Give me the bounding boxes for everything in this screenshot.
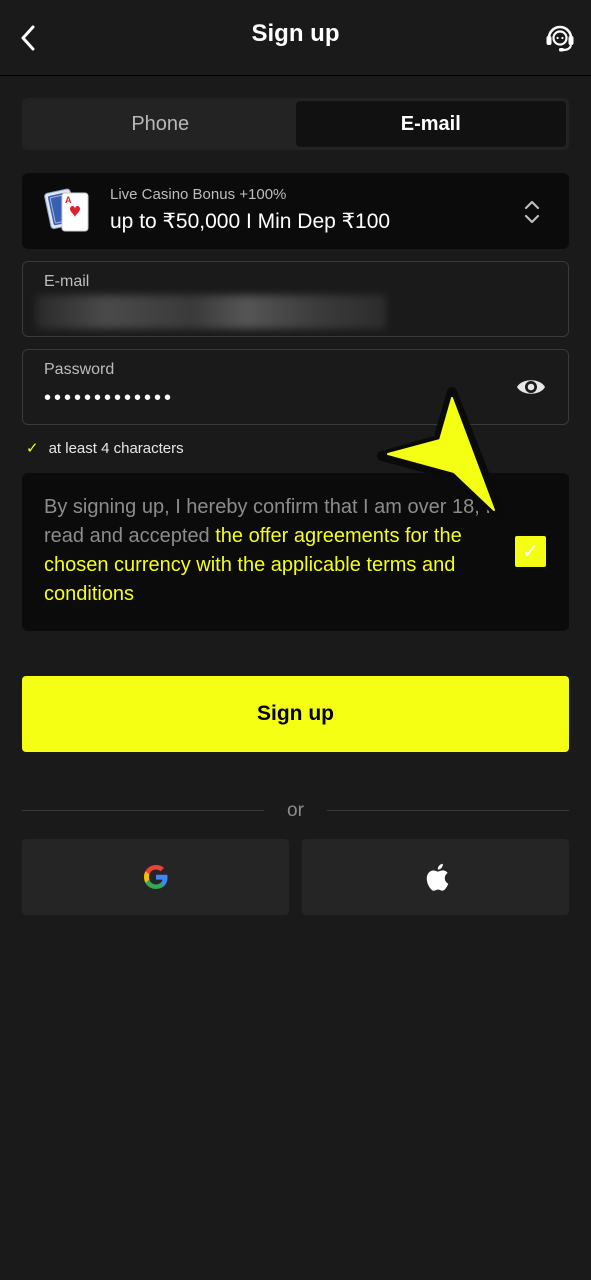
signup-page: Sign up Phone E-mail A Live Casino Bonus… xyxy=(0,0,591,1280)
apple-icon xyxy=(426,863,448,891)
check-icon: ✓ xyxy=(26,440,39,457)
eye-icon[interactable] xyxy=(515,374,547,400)
divider-text: or xyxy=(287,800,304,821)
bonus-selector[interactable]: A Live Casino Bonus +100% up to ₹50,000 … xyxy=(22,173,569,249)
bonus-subtitle: Live Casino Bonus +100% xyxy=(110,186,287,203)
chevron-up-down-icon xyxy=(524,200,540,224)
email-value-blurred xyxy=(36,295,386,329)
tab-email[interactable]: E-mail xyxy=(295,101,566,147)
bonus-title: up to ₹50,000 I Min Dep ₹100 xyxy=(110,210,391,233)
or-divider: or xyxy=(22,800,569,822)
registration-tabs: Phone E-mail xyxy=(22,98,569,150)
playing-cards-icon: A xyxy=(44,188,89,232)
page-title: Sign up xyxy=(251,20,340,47)
checkmark-icon: ✓ xyxy=(522,541,539,563)
apple-signin-button[interactable] xyxy=(302,839,569,915)
password-label: Password xyxy=(44,361,115,378)
headset-support-icon xyxy=(546,25,574,52)
divider-line-right xyxy=(327,810,569,811)
pointer-arrow-icon xyxy=(377,387,505,519)
password-value: ••••••••••••• xyxy=(44,387,175,409)
password-hint-text: at least 4 characters xyxy=(48,439,184,457)
tab-phone[interactable]: Phone xyxy=(25,101,296,147)
email-label: E-mail xyxy=(44,273,90,290)
signup-button[interactable]: Sign up xyxy=(22,676,569,752)
svg-text:A: A xyxy=(65,195,72,205)
agreement-checkbox[interactable]: ✓ xyxy=(515,536,546,567)
support-button[interactable] xyxy=(543,20,577,54)
google-icon xyxy=(143,865,167,889)
password-hint: ✓ at least 4 characters xyxy=(26,439,184,458)
google-signin-button[interactable] xyxy=(22,839,289,915)
email-field[interactable]: E-mail xyxy=(22,261,569,337)
header: Sign up xyxy=(0,0,591,76)
